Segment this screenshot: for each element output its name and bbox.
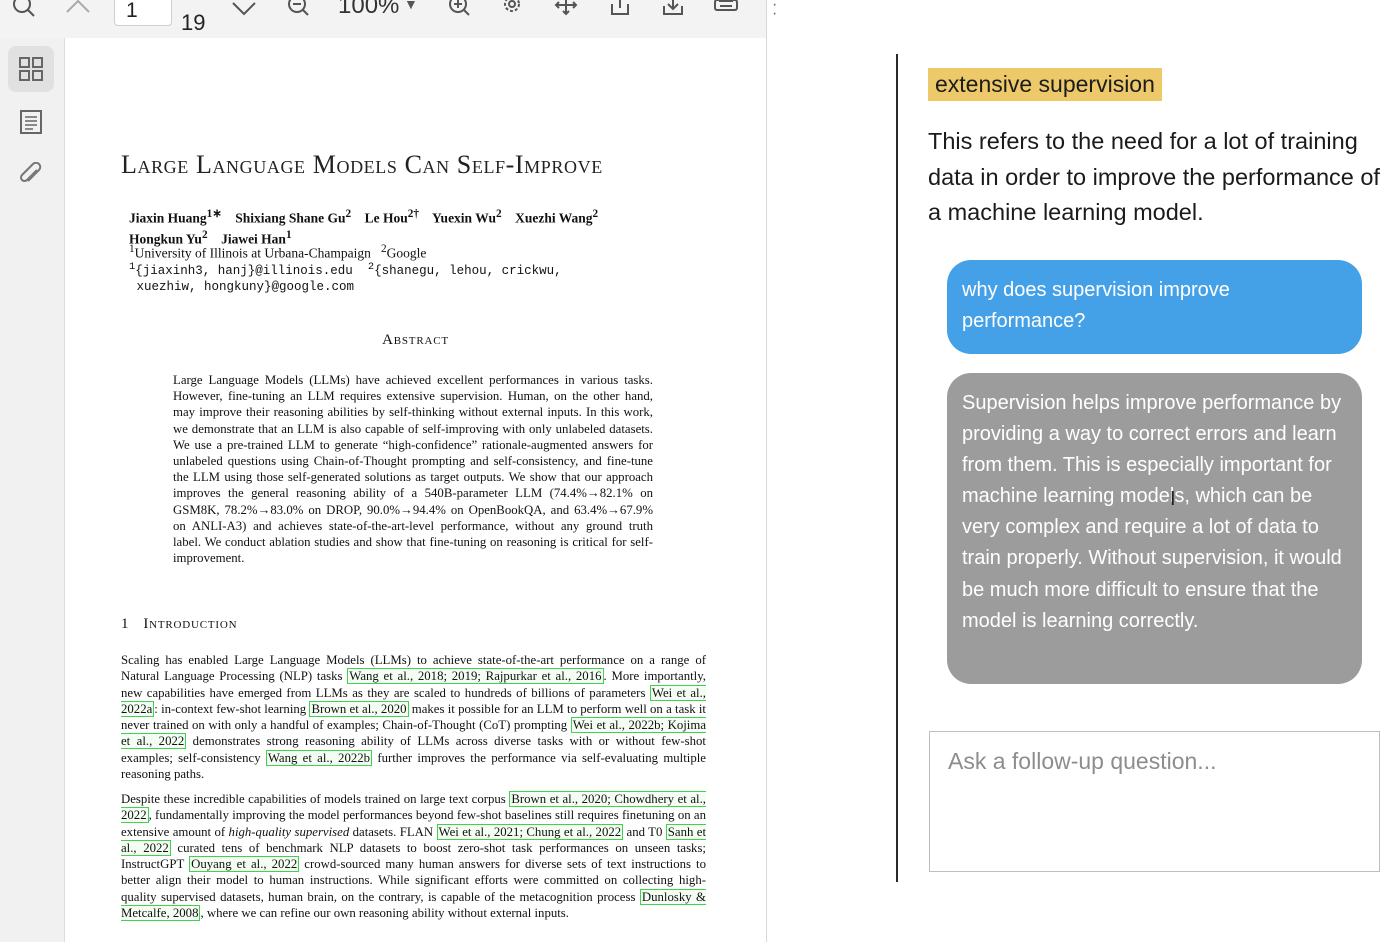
paperclip-icon	[19, 162, 42, 183]
follow-up-placeholder: Ask a follow-up question...	[948, 748, 1217, 774]
search-icon[interactable]	[10, 0, 38, 22]
citation-link[interactable]: Wang et al., 2022b	[265, 749, 373, 766]
author: Xuezhi Wang	[515, 210, 593, 226]
pdf-page: Large Language Models Can Self-Improve J…	[65, 38, 766, 942]
intro-paragraph-1: Scaling has enabled Large Language Model…	[121, 652, 706, 782]
body-text: , where we can refine our own reasoning …	[200, 906, 569, 921]
outline-icon	[20, 110, 42, 134]
paper-title: Large Language Models Can Self-Improve	[121, 150, 603, 179]
page-number-input[interactable]: 1	[114, 0, 172, 26]
body-text: : in-context few-shot learning	[154, 701, 310, 716]
page-total: 19	[181, 10, 206, 35]
download-icon[interactable]	[659, 0, 687, 22]
share-icon[interactable]	[606, 0, 634, 22]
attachments-button[interactable]	[8, 152, 54, 198]
zoom-out-icon[interactable]	[284, 0, 312, 22]
abstract-heading: Abstract	[382, 332, 449, 348]
chevron-up-icon[interactable]	[64, 0, 92, 22]
gear-icon[interactable]	[498, 0, 526, 22]
section-number: 1	[121, 616, 130, 632]
text-cursor-icon: I	[1170, 488, 1176, 510]
user-message-bubble: why does supervision improve performance…	[947, 260, 1362, 354]
pdf-toolbar: 1 19 100% ▼	[0, 0, 767, 39]
section-title: Introduction	[143, 616, 238, 632]
pane-divider[interactable]	[766, 0, 767, 942]
citation-link[interactable]: Ouyang et al., 2022	[189, 856, 300, 873]
emphasis-text: high-quality supervised	[228, 824, 350, 839]
outline-button[interactable]	[8, 99, 54, 145]
thumbnails-icon	[19, 57, 43, 81]
thumbnails-button[interactable]	[8, 46, 54, 92]
term-definition: This refers to the need for a lot of tra…	[928, 128, 1380, 225]
panel-rule	[896, 54, 898, 882]
print-icon[interactable]	[712, 0, 740, 22]
author: Yuexin Wu	[432, 210, 496, 226]
body-text: and T0	[623, 824, 666, 839]
citation-link[interactable]: Wang et al., 2018; 2019; Rajpurkar et al…	[347, 668, 604, 685]
chevron-down-icon[interactable]	[230, 0, 258, 22]
abstract-text: Large Language Models (LLMs) have achiev…	[173, 373, 653, 566]
author: Jiaxin Huang	[129, 210, 207, 226]
section-heading: 1 Introduction	[121, 616, 237, 633]
zoom-caret-icon[interactable]: ▼	[404, 0, 418, 12]
move-icon[interactable]	[552, 0, 580, 22]
follow-up-input[interactable]: Ask a follow-up question...	[929, 731, 1380, 872]
zoom-in-icon[interactable]	[445, 0, 473, 22]
more-icon[interactable]: · ·	[772, 0, 777, 22]
zoom-level[interactable]: 100%	[338, 0, 399, 20]
assistant-message-bubble: Supervision helps improve performance by…	[947, 373, 1362, 684]
pdf-sidebar	[0, 38, 65, 942]
intro-paragraph-2: Despite these incredible capabilities of…	[121, 791, 707, 922]
highlighted-term: extensive supervision	[928, 68, 1162, 101]
body-text: Despite these incredible capabilities of…	[121, 792, 510, 806]
author: Shixiang Shane Gu	[235, 210, 346, 226]
body-text: datasets. FLAN	[349, 824, 437, 839]
author-emails: 1{jiaxinh3, hanj}@illinois.edu 2{shanegu…	[129, 261, 562, 295]
citation-link[interactable]: Wei et al., 2021; Chung et al., 2022	[436, 823, 624, 840]
author: Le Hou	[364, 210, 408, 226]
citation-link[interactable]: Brown et al., 2020	[309, 700, 409, 717]
